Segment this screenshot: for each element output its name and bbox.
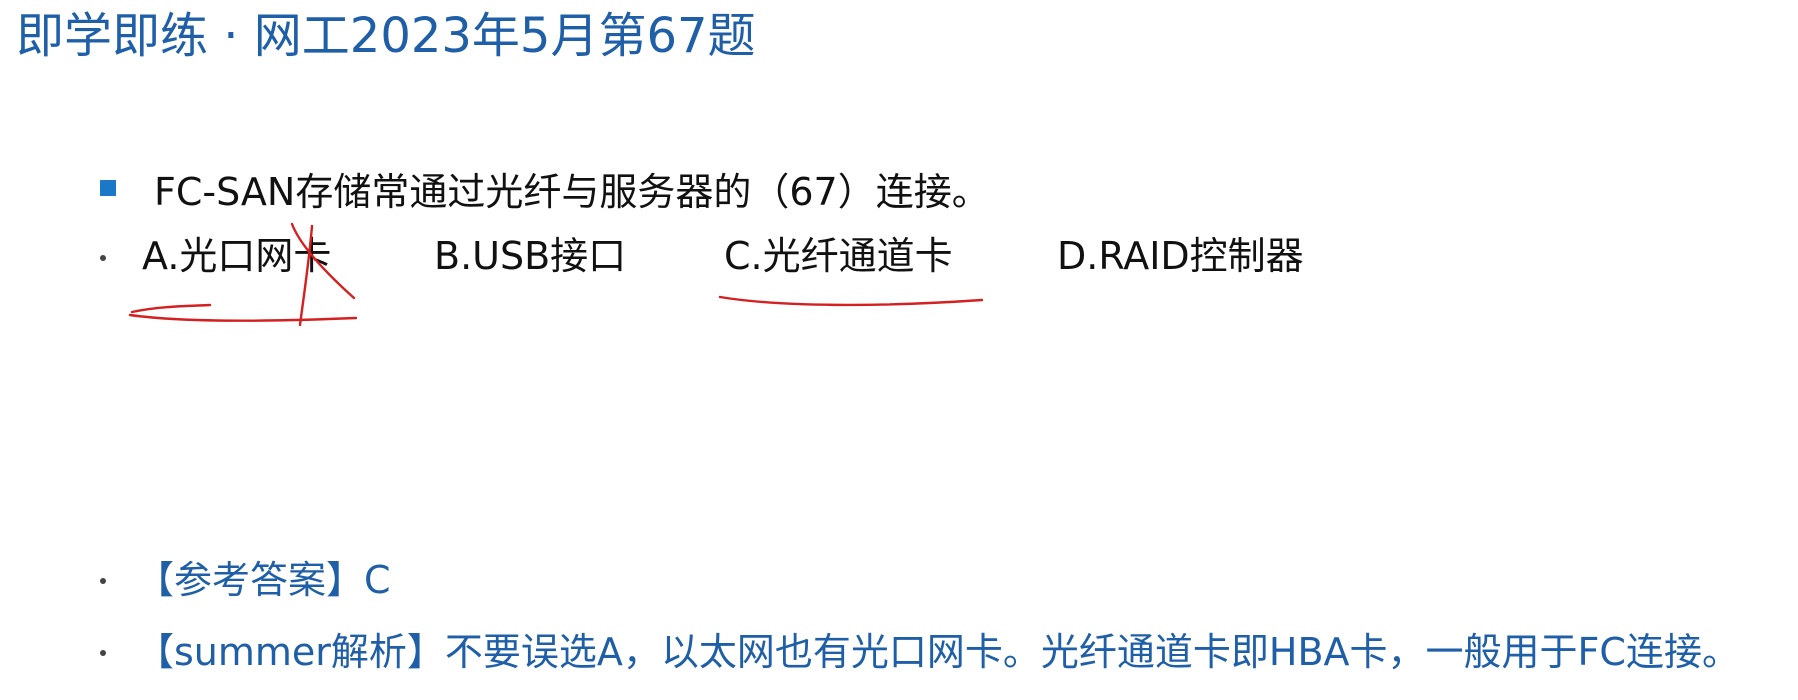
question-row: FC-SAN存储常通过光纤与服务器的（67）连接。 (100, 160, 990, 216)
option-c: C.光纤通道卡 (724, 234, 953, 278)
analysis-text: 【summer解析】不要误选A，以太网也有光口网卡。光纤通道卡即HBA卡，一般用… (136, 630, 1740, 674)
square-bullet-icon (100, 180, 116, 196)
underline-option-a-left (130, 303, 212, 314)
option-d: D.RAID控制器 (1057, 234, 1304, 278)
slide-title: 即学即练 · 网工2023年5月第67题 (16, 8, 756, 64)
question-text: FC-SAN存储常通过光纤与服务器的（67）连接。 (154, 169, 990, 214)
option-b: B.USB接口 (434, 234, 627, 278)
option-a: A.光口网卡 (142, 234, 332, 278)
dot-bullet-icon (100, 578, 106, 584)
underline-option-a (128, 313, 358, 322)
dot-bullet-icon (100, 650, 106, 656)
answer-text: 【参考答案】C (136, 558, 391, 602)
dot-bullet-icon (100, 255, 106, 261)
underline-option-c (718, 295, 984, 307)
